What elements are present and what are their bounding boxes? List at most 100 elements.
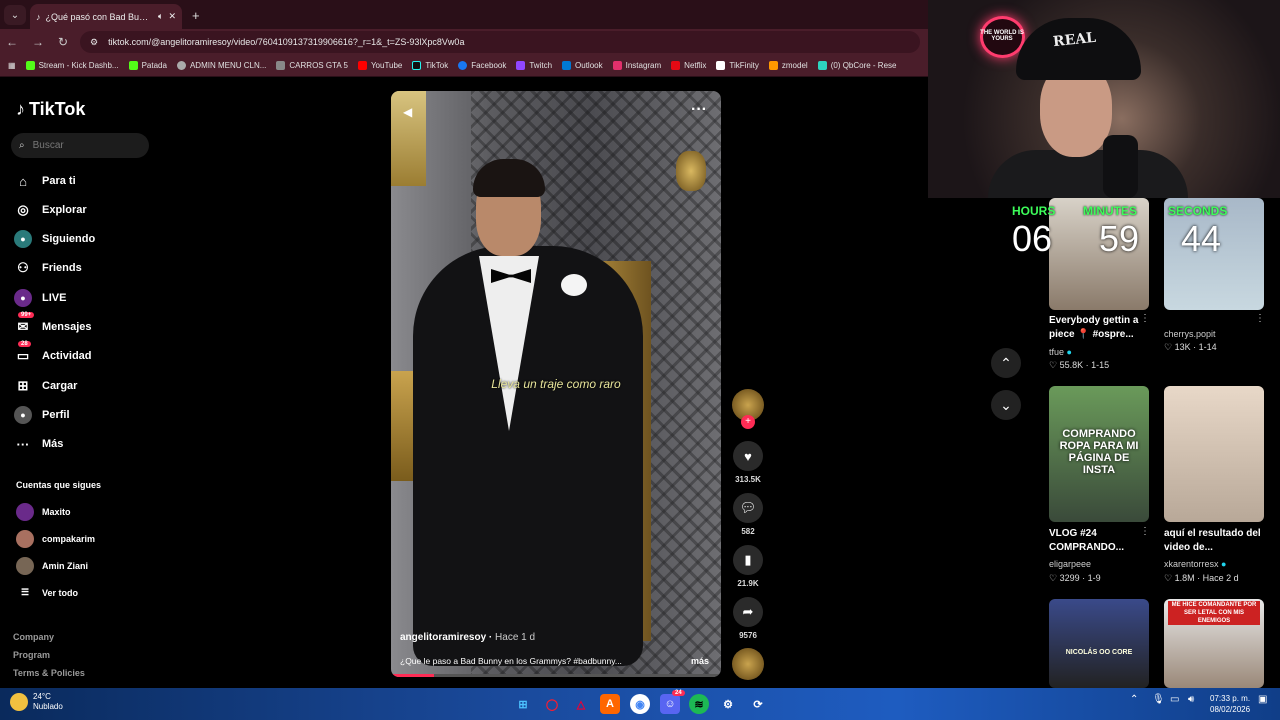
follow-plus-icon[interactable]: + <box>741 415 755 429</box>
volume-icon[interactable]: 🔊︎ <box>1188 694 1194 705</box>
nav-explorar[interactable]: ◎ Explorar <box>14 197 164 223</box>
bookmark[interactable]: ADMIN MENU CLN... <box>176 61 266 70</box>
feed-author[interactable]: cherrys.popit <box>1164 329 1216 339</box>
taskbar-clock[interactable]: 07:33 p. m. 08/02/2026 <box>1210 693 1250 715</box>
bookmark[interactable]: TikTok <box>412 61 448 70</box>
share-button[interactable]: ➦ 9576 <box>731 597 765 640</box>
feed-more-icon[interactable]: ⋮ <box>1140 313 1150 324</box>
chevron-up-icon[interactable]: ⌃ <box>1130 694 1138 705</box>
bookmark[interactable]: CARROS GTA 5 <box>276 61 348 70</box>
steam-icon[interactable]: ⚙︎ <box>718 694 738 714</box>
nav-mensajes[interactable]: ✉ 99+ Mensajes <box>14 312 164 340</box>
feed-author[interactable]: tfue ● <box>1049 347 1072 357</box>
music-disc-avatar[interactable] <box>732 648 764 680</box>
grammy-statue-image <box>676 151 706 191</box>
nav-mas[interactable]: ··· Más <box>14 431 164 457</box>
nav-perfil[interactable]: ● Perfil <box>14 402 164 428</box>
reload-icon[interactable]: ↻ <box>58 35 68 49</box>
discord-icon[interactable]: ☺ 24 <box>660 690 685 714</box>
forward-icon[interactable]: → <box>32 35 44 49</box>
nav-cargar[interactable]: ⊞ Cargar <box>14 373 164 399</box>
apps-grid-icon[interactable]: ▦ <box>8 61 16 70</box>
video-progress-bar[interactable] <box>391 674 721 677</box>
bookmark[interactable]: TikFinity <box>716 61 759 70</box>
feed-author[interactable]: xkarentorresx ● <box>1164 559 1226 569</box>
feed-more-icon[interactable]: ⋮ <box>1140 526 1150 537</box>
save-count: 21.9K <box>737 579 759 588</box>
spotify-icon[interactable]: ≋ <box>689 694 709 714</box>
following-account[interactable]: Amin Ziani <box>16 557 88 575</box>
see-all-link[interactable]: ☰ Ver todo <box>16 587 78 598</box>
following-account[interactable]: compakarim <box>16 530 95 548</box>
bookmark[interactable]: (0) QbCore - Rese <box>817 61 896 70</box>
feed-title[interactable]: Everybody gettin a piece 📍 #ospre... <box>1049 314 1149 342</box>
site-info-icon[interactable]: ⚙︎ <box>90 37 98 48</box>
bookmark[interactable]: Twitch <box>516 61 552 70</box>
bookmark[interactable]: YouTube <box>357 61 402 70</box>
video-author[interactable]: angelitoramiresoy · Hace 1 d <box>400 632 535 643</box>
nav-live[interactable]: ● LIVE <box>14 285 164 311</box>
like-button[interactable]: ♥ 313.5K <box>731 441 765 484</box>
nav-actividad[interactable]: ▭ 28 Actividad <box>14 341 164 369</box>
feed-thumbnail[interactable]: NICOLÁS OO CORE <box>1049 599 1149 688</box>
previous-video-button[interactable]: ⌃ <box>991 348 1021 378</box>
feed-title[interactable]: aquí el resultado del video de... <box>1164 527 1264 555</box>
weather-widget[interactable]: 24°C Nublado <box>10 692 63 712</box>
share-icon: ➦ <box>733 597 763 627</box>
opera-icon[interactable]: ◯ <box>542 694 562 714</box>
comment-button[interactable]: 💬︎ 582 <box>731 493 765 536</box>
feed-title[interactable]: VLOG #24 COMPRANDO... <box>1049 527 1149 555</box>
windows-start-icon[interactable]: ⊞ <box>513 694 533 714</box>
tiktok-logo[interactable]: ♪ TikTok <box>16 99 85 120</box>
like-count: 313.5K <box>735 475 761 484</box>
app-settings-icon[interactable]: ⟳ <box>748 694 768 714</box>
feed-thumbnail[interactable] <box>1164 386 1264 522</box>
tab-title: ¿Qué pasó con Bad Bunny e <box>45 11 154 22</box>
activity-badge: 28 <box>18 341 31 347</box>
feed-author[interactable]: eligarpeee <box>1049 559 1091 569</box>
footer-terms-link[interactable]: Terms & Policies <box>13 668 85 678</box>
tiktok-favicon-icon: ♪ <box>36 11 41 22</box>
nav-para-ti[interactable]: ⌂ Para ti <box>14 168 164 194</box>
bookmark[interactable]: Patada <box>128 61 167 70</box>
app-a-icon[interactable]: A <box>600 694 620 714</box>
app-triangle-icon[interactable]: △ <box>571 694 591 714</box>
save-button[interactable]: ▮ 21.9K <box>731 545 765 588</box>
feed-thumbnail[interactable]: ME HICE COMANDANTE POR SER LETAL CON MIS… <box>1164 599 1264 688</box>
discord-badge: 24 <box>672 690 685 696</box>
microphone-icon[interactable]: 🎙︎ <box>1152 694 1165 705</box>
feed-more-icon[interactable]: ⋮ <box>1255 313 1265 324</box>
search-input[interactable]: ⌕ Buscar <box>11 133 149 158</box>
back-icon[interactable]: ← <box>6 35 18 49</box>
close-tab-icon[interactable]: ✕ <box>168 11 176 22</box>
following-account[interactable]: Maxito <box>16 503 71 521</box>
network-icon[interactable]: ▭ <box>1170 694 1179 705</box>
video-more-link[interactable]: más <box>691 656 709 666</box>
new-tab-button[interactable]: + <box>192 8 200 23</box>
tab-search-button[interactable]: ⌄ <box>4 5 26 25</box>
url-text: tiktok.com/@angelitoramiresoy/video/7604… <box>108 37 465 47</box>
bookmark[interactable]: Stream - Kick Dashb... <box>25 61 119 70</box>
nav-siguiendo[interactable]: ● Siguiendo <box>14 226 164 252</box>
speaker-icon[interactable]: 🔈︎ <box>158 11 163 22</box>
bookmark[interactable]: Instagram <box>612 61 661 70</box>
bookmark[interactable]: Outlook <box>562 61 603 70</box>
url-bar[interactable]: ⚙︎ tiktok.com/@angelitoramiresoy/video/7… <box>80 31 920 53</box>
footer-program-link[interactable]: Program <box>13 650 50 660</box>
video-more-options-icon[interactable]: ··· <box>691 101 707 119</box>
bookmark[interactable]: zmodel <box>768 61 808 70</box>
bookmark[interactable]: Facebook <box>458 61 506 70</box>
bookmark[interactable]: Netflix <box>671 61 706 70</box>
footer-company-link[interactable]: Company <box>13 632 54 642</box>
browser-tab[interactable]: ♪ ¿Qué pasó con Bad Bunny e 🔈︎ ✕ <box>30 4 182 29</box>
next-video-button[interactable]: ⌄ <box>991 390 1021 420</box>
nav-friends[interactable]: ⚇ Friends <box>14 255 164 281</box>
tiktok-note-icon: ♪ <box>16 99 25 119</box>
cloudy-weather-icon <box>10 693 28 711</box>
notification-icon[interactable]: ▣ <box>1258 694 1267 705</box>
stream-countdown-timer: HOURS 06 MINUTES 59 SECONDS 44 <box>1012 204 1270 264</box>
chrome-icon[interactable]: ◉ <box>630 694 650 714</box>
feed-thumbnail[interactable]: COMPRANDO ROPA PARA MI PÁGINA DE INSTA <box>1049 386 1149 522</box>
volume-icon[interactable]: ◀︎ <box>403 105 412 119</box>
video-player[interactable]: Lleva un traje como raro ◀︎ ··· angelito… <box>391 91 721 677</box>
